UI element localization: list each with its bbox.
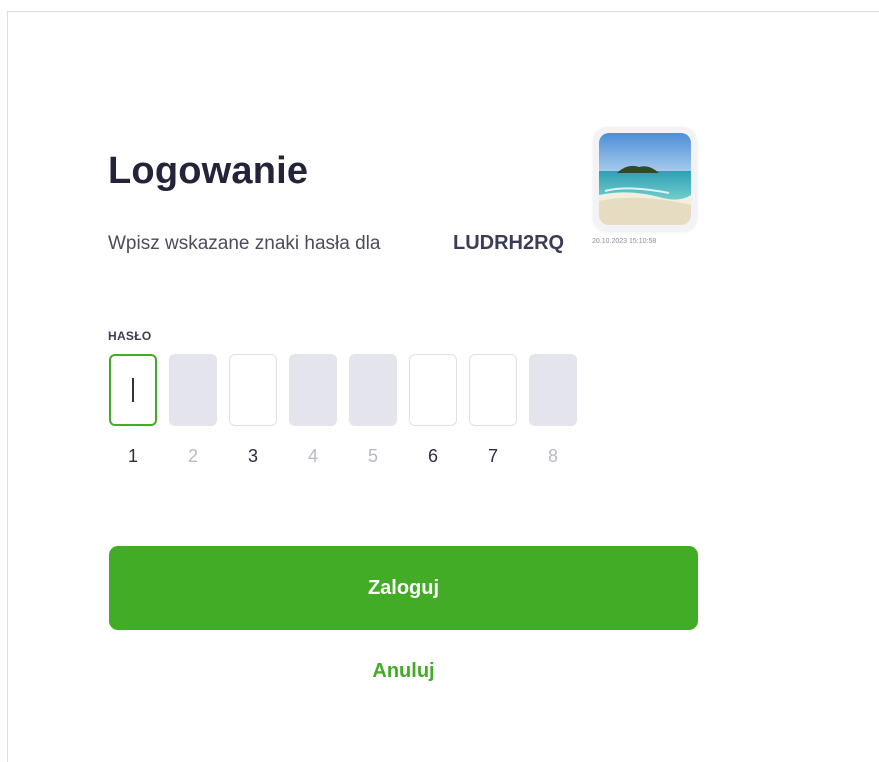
password-char-input-3[interactable] (229, 354, 277, 426)
password-label: HASŁO (108, 329, 152, 343)
login-button[interactable]: Zaloguj (109, 546, 698, 630)
password-char-number: 3 (247, 446, 258, 466)
password-char-input-2 (169, 354, 217, 426)
cancel-link[interactable]: Anuluj (109, 660, 698, 683)
security-image-timestamp: 20.10.2023 15:10:58 (592, 238, 657, 245)
username-label: LUDRH2RQ (453, 232, 565, 254)
password-char-input-5 (349, 354, 397, 426)
password-char-number: 4 (307, 446, 318, 466)
text-cursor (132, 378, 134, 402)
password-char-input-8 (529, 354, 577, 426)
password-char-number: 8 (547, 446, 558, 466)
password-char-number: 7 (487, 446, 498, 466)
password-char-input-4 (289, 354, 337, 426)
password-char-number: 1 (127, 446, 138, 466)
password-char-number: 6 (427, 446, 438, 466)
security-image (593, 127, 697, 231)
password-char-input-1[interactable] (109, 354, 157, 426)
password-char-number: 5 (367, 446, 378, 466)
password-char-number: 2 (187, 446, 198, 466)
page-title: Logowanie (108, 150, 309, 192)
password-char-input-6[interactable] (409, 354, 457, 426)
beach-photo-icon (599, 133, 691, 225)
password-char-input-7[interactable] (469, 354, 517, 426)
instruction-text: Wpisz wskazane znaki hasła dla (108, 233, 381, 254)
